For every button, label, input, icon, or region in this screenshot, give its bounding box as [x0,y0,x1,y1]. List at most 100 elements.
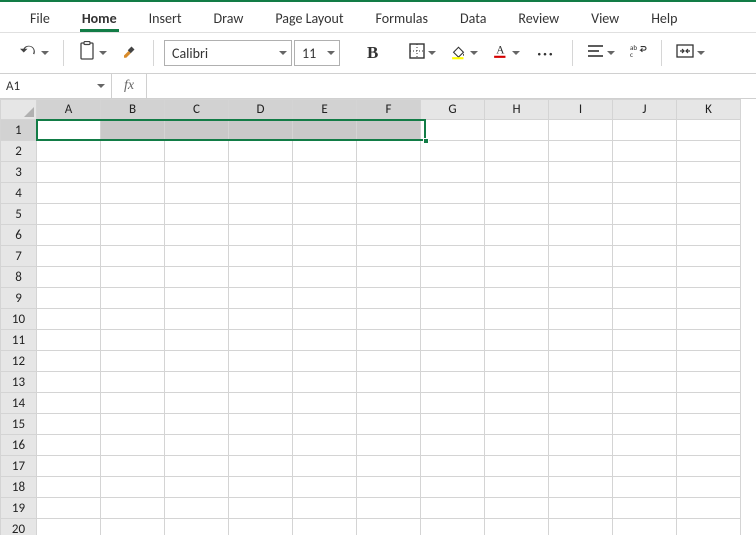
fill-color-button[interactable] [446,39,482,67]
cell-F4[interactable] [357,183,421,204]
cell-B18[interactable] [101,477,165,498]
cell-E5[interactable] [293,204,357,225]
cell-I18[interactable] [549,477,613,498]
cell-K4[interactable] [677,183,741,204]
cell-A4[interactable] [37,183,101,204]
cell-E8[interactable] [293,267,357,288]
formula-input[interactable] [147,74,756,98]
cell-J6[interactable] [613,225,677,246]
row-header-11[interactable]: 11 [1,330,37,351]
cell-E6[interactable] [293,225,357,246]
cell-B14[interactable] [101,393,165,414]
cell-I16[interactable] [549,435,613,456]
cell-E9[interactable] [293,288,357,309]
cell-A14[interactable] [37,393,101,414]
paste-button[interactable] [74,39,111,67]
cell-G11[interactable] [421,330,485,351]
cell-D19[interactable] [229,498,293,519]
alignment-button[interactable] [583,39,619,67]
cell-J18[interactable] [613,477,677,498]
cell-G2[interactable] [421,141,485,162]
cell-B20[interactable] [101,519,165,535]
cell-F8[interactable] [357,267,421,288]
more-font-button[interactable]: ··· [530,39,561,67]
cell-C17[interactable] [165,456,229,477]
cell-H16[interactable] [485,435,549,456]
cell-A5[interactable] [37,204,101,225]
cell-D11[interactable] [229,330,293,351]
cell-F19[interactable] [357,498,421,519]
cell-G6[interactable] [421,225,485,246]
cell-A16[interactable] [37,435,101,456]
merge-button[interactable] [672,39,709,67]
cell-C14[interactable] [165,393,229,414]
font-name-select[interactable]: Calibri [164,40,292,66]
cell-H18[interactable] [485,477,549,498]
cell-A8[interactable] [37,267,101,288]
cell-K16[interactable] [677,435,741,456]
cell-I12[interactable] [549,351,613,372]
cell-C8[interactable] [165,267,229,288]
cell-B1[interactable] [101,120,165,141]
cell-H10[interactable] [485,309,549,330]
cell-F16[interactable] [357,435,421,456]
cell-I20[interactable] [549,519,613,535]
cell-E7[interactable] [293,246,357,267]
cell-A20[interactable] [37,519,101,535]
cell-J20[interactable] [613,519,677,535]
tab-review[interactable]: Review [502,4,575,31]
cell-F18[interactable] [357,477,421,498]
cell-E1[interactable] [293,120,357,141]
cell-A15[interactable] [37,414,101,435]
tab-home[interactable]: Home [66,4,133,31]
column-header-F[interactable]: F [357,100,421,120]
cell-H15[interactable] [485,414,549,435]
cell-J9[interactable] [613,288,677,309]
column-header-E[interactable]: E [293,100,357,120]
cell-C4[interactable] [165,183,229,204]
row-header-17[interactable]: 17 [1,456,37,477]
cell-G14[interactable] [421,393,485,414]
tab-file[interactable]: File [14,4,66,31]
cell-H4[interactable] [485,183,549,204]
cell-G7[interactable] [421,246,485,267]
cell-E2[interactable] [293,141,357,162]
row-header-12[interactable]: 12 [1,351,37,372]
cell-C6[interactable] [165,225,229,246]
undo-button[interactable] [16,39,53,67]
cell-I17[interactable] [549,456,613,477]
cell-B5[interactable] [101,204,165,225]
column-header-I[interactable]: I [549,100,613,120]
cell-J3[interactable] [613,162,677,183]
tab-page-layout[interactable]: Page Layout [259,4,359,31]
cell-K17[interactable] [677,456,741,477]
cell-H20[interactable] [485,519,549,535]
row-header-2[interactable]: 2 [1,141,37,162]
cell-J8[interactable] [613,267,677,288]
cell-H7[interactable] [485,246,549,267]
cell-K7[interactable] [677,246,741,267]
cell-A18[interactable] [37,477,101,498]
name-box[interactable]: A1 [0,74,112,98]
cell-G4[interactable] [421,183,485,204]
cell-H11[interactable] [485,330,549,351]
cell-F17[interactable] [357,456,421,477]
cell-E11[interactable] [293,330,357,351]
cell-E13[interactable] [293,372,357,393]
row-header-1[interactable]: 1 [1,120,37,141]
cell-D16[interactable] [229,435,293,456]
cell-H13[interactable] [485,372,549,393]
row-header-7[interactable]: 7 [1,246,37,267]
cell-H17[interactable] [485,456,549,477]
cell-A17[interactable] [37,456,101,477]
font-size-select[interactable]: 11 [294,40,340,66]
cell-F9[interactable] [357,288,421,309]
cell-C3[interactable] [165,162,229,183]
cell-G3[interactable] [421,162,485,183]
cell-J2[interactable] [613,141,677,162]
cell-B19[interactable] [101,498,165,519]
cell-B12[interactable] [101,351,165,372]
cell-H2[interactable] [485,141,549,162]
cell-B3[interactable] [101,162,165,183]
cell-B2[interactable] [101,141,165,162]
